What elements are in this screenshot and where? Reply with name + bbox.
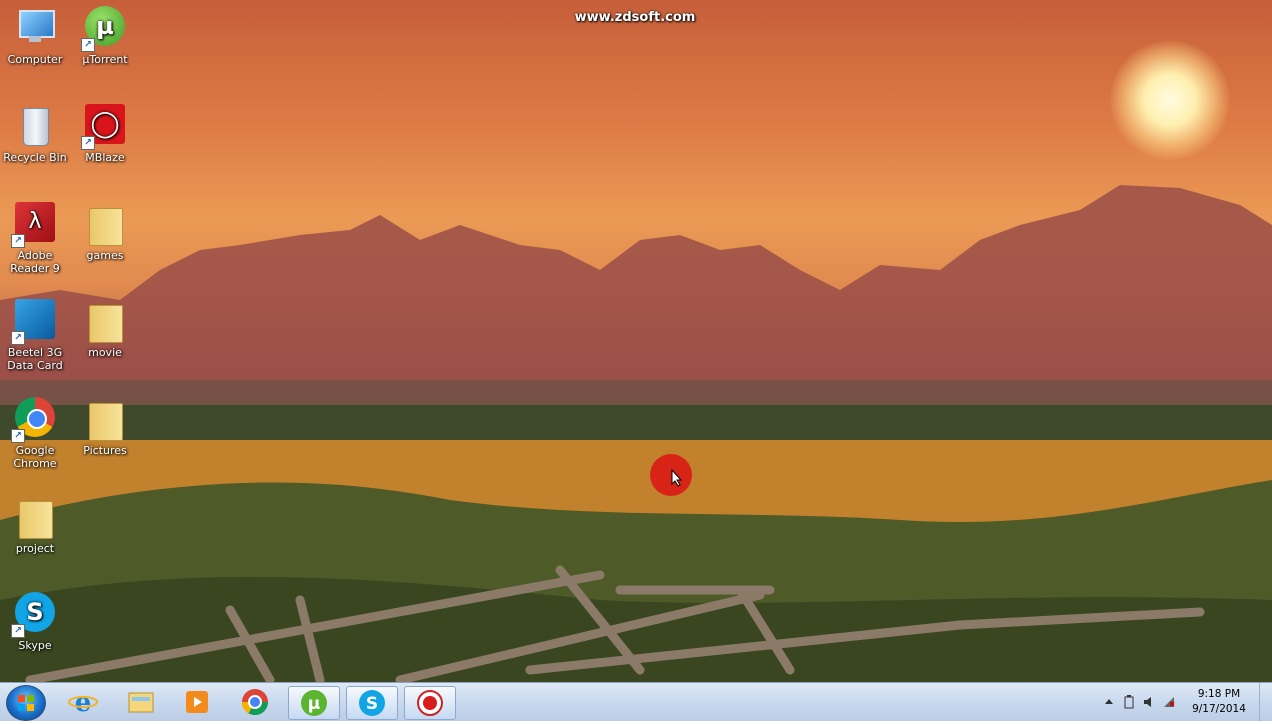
shortcut-arrow-icon: ↗ <box>11 429 25 443</box>
adobe-reader-desktop-icon[interactable]: λ ↗ Adobe Reader 9 <box>0 202 70 275</box>
utorrent-icon: µ <box>301 690 327 716</box>
shortcut-arrow-icon: ↗ <box>11 624 25 638</box>
taskbar-utorrent[interactable]: µ <box>288 686 340 720</box>
skype-icon: S <box>359 690 385 716</box>
shortcut-arrow-icon: ↗ <box>81 136 95 150</box>
beetel-desktop-icon[interactable]: ↗ Beetel 3G Data Card <box>0 299 70 372</box>
windows-logo-icon <box>18 695 34 711</box>
desktop-icon-label: Skype <box>18 639 52 652</box>
taskbar-media-player[interactable] <box>172 686 222 718</box>
shortcut-arrow-icon: ↗ <box>11 234 25 248</box>
pictures-folder-desktop-icon[interactable]: Pictures <box>70 397 140 457</box>
folder-icon <box>83 202 127 246</box>
utorrent-icon: µ ↗ <box>81 6 127 52</box>
movie-folder-desktop-icon[interactable]: movie <box>70 299 140 359</box>
landscape <box>0 185 1272 682</box>
games-folder-desktop-icon[interactable]: games <box>70 202 140 262</box>
svg-text:e: e <box>75 688 92 717</box>
mblaze-icon: ◯ ↗ <box>81 104 127 150</box>
chrome-icon <box>241 689 269 716</box>
desktop-icon-label: Recycle Bin <box>3 151 67 164</box>
clock[interactable]: 9:18 PM 9/17/2014 <box>1188 687 1250 717</box>
desktop-icon-label: Pictures <box>83 444 127 457</box>
desktop-icon-label: Google Chrome <box>13 444 57 470</box>
desktop-icon-label: µTorrent <box>82 53 128 66</box>
chrome-icon: ↗ <box>11 397 57 443</box>
mouse-pointer-icon <box>671 469 683 487</box>
taskbar-skype[interactable]: S <box>346 686 398 720</box>
media-player-icon <box>186 691 208 713</box>
shortcut-arrow-icon: ↗ <box>81 38 95 52</box>
adobe-reader-icon: λ ↗ <box>11 202 57 248</box>
clock-date: 9/17/2014 <box>1192 703 1246 715</box>
mblaze-desktop-icon[interactable]: ◯ ↗ MBlaze <box>70 104 140 164</box>
desktop: www.zdsoft.com Computer µ ↗ µTorrent Rec… <box>0 0 1272 682</box>
taskbar: e µ S 9:18 PM 9/17/2014 <box>0 682 1272 721</box>
computer-desktop-icon[interactable]: Computer <box>0 6 70 66</box>
chrome-desktop-icon[interactable]: ↗ Google Chrome <box>0 397 70 470</box>
shortcut-arrow-icon: ↗ <box>11 331 25 345</box>
volume-icon[interactable] <box>1143 695 1155 709</box>
recycle-bin-desktop-icon[interactable]: Recycle Bin <box>0 104 70 164</box>
show-desktop-button[interactable] <box>1259 683 1272 721</box>
desktop-icon-label: project <box>15 542 55 555</box>
desktop-icon-label: MBlaze <box>85 151 125 164</box>
taskbar-windows-explorer[interactable] <box>116 686 166 718</box>
svg-text:µ: µ <box>308 694 321 714</box>
clock-time: 9:18 PM <box>1197 688 1241 700</box>
system-tray: 9:18 PM 9/17/2014 <box>1097 683 1272 721</box>
start-button[interactable] <box>6 685 46 721</box>
battery-icon[interactable] <box>1123 695 1135 709</box>
folder-icon <box>83 299 127 343</box>
folder-icon <box>128 692 154 713</box>
network-icon[interactable] <box>1163 695 1175 709</box>
folder-icon <box>13 495 57 539</box>
computer-icon <box>13 6 57 50</box>
watermark: www.zdsoft.com <box>574 10 696 25</box>
desktop-icon-label: Adobe Reader 9 <box>10 249 60 275</box>
project-folder-desktop-icon[interactable]: project <box>0 495 70 555</box>
folder-icon <box>83 397 127 441</box>
desktop-icon-label: movie <box>88 346 122 359</box>
beetel-icon: ↗ <box>11 299 57 345</box>
desktop-icon-label: Beetel 3G Data Card <box>7 346 63 372</box>
recycle-bin-icon <box>13 104 57 148</box>
taskbar-screen-recorder[interactable] <box>404 686 456 720</box>
desktop-icon-label: games <box>86 249 124 262</box>
record-icon <box>417 690 443 716</box>
desktop-icon-label: Computer <box>7 53 63 66</box>
taskbar-internet-explorer[interactable]: e <box>58 686 108 718</box>
internet-explorer-icon: e <box>68 688 98 717</box>
show-hidden-icons-icon[interactable] <box>1103 695 1115 709</box>
taskbar-google-chrome[interactable] <box>230 686 280 718</box>
skype-icon: S ↗ <box>11 592 57 638</box>
svg-text:S: S <box>366 694 378 714</box>
skype-desktop-icon[interactable]: S ↗ Skype <box>0 592 70 652</box>
utorrent-desktop-icon[interactable]: µ ↗ µTorrent <box>70 6 140 66</box>
